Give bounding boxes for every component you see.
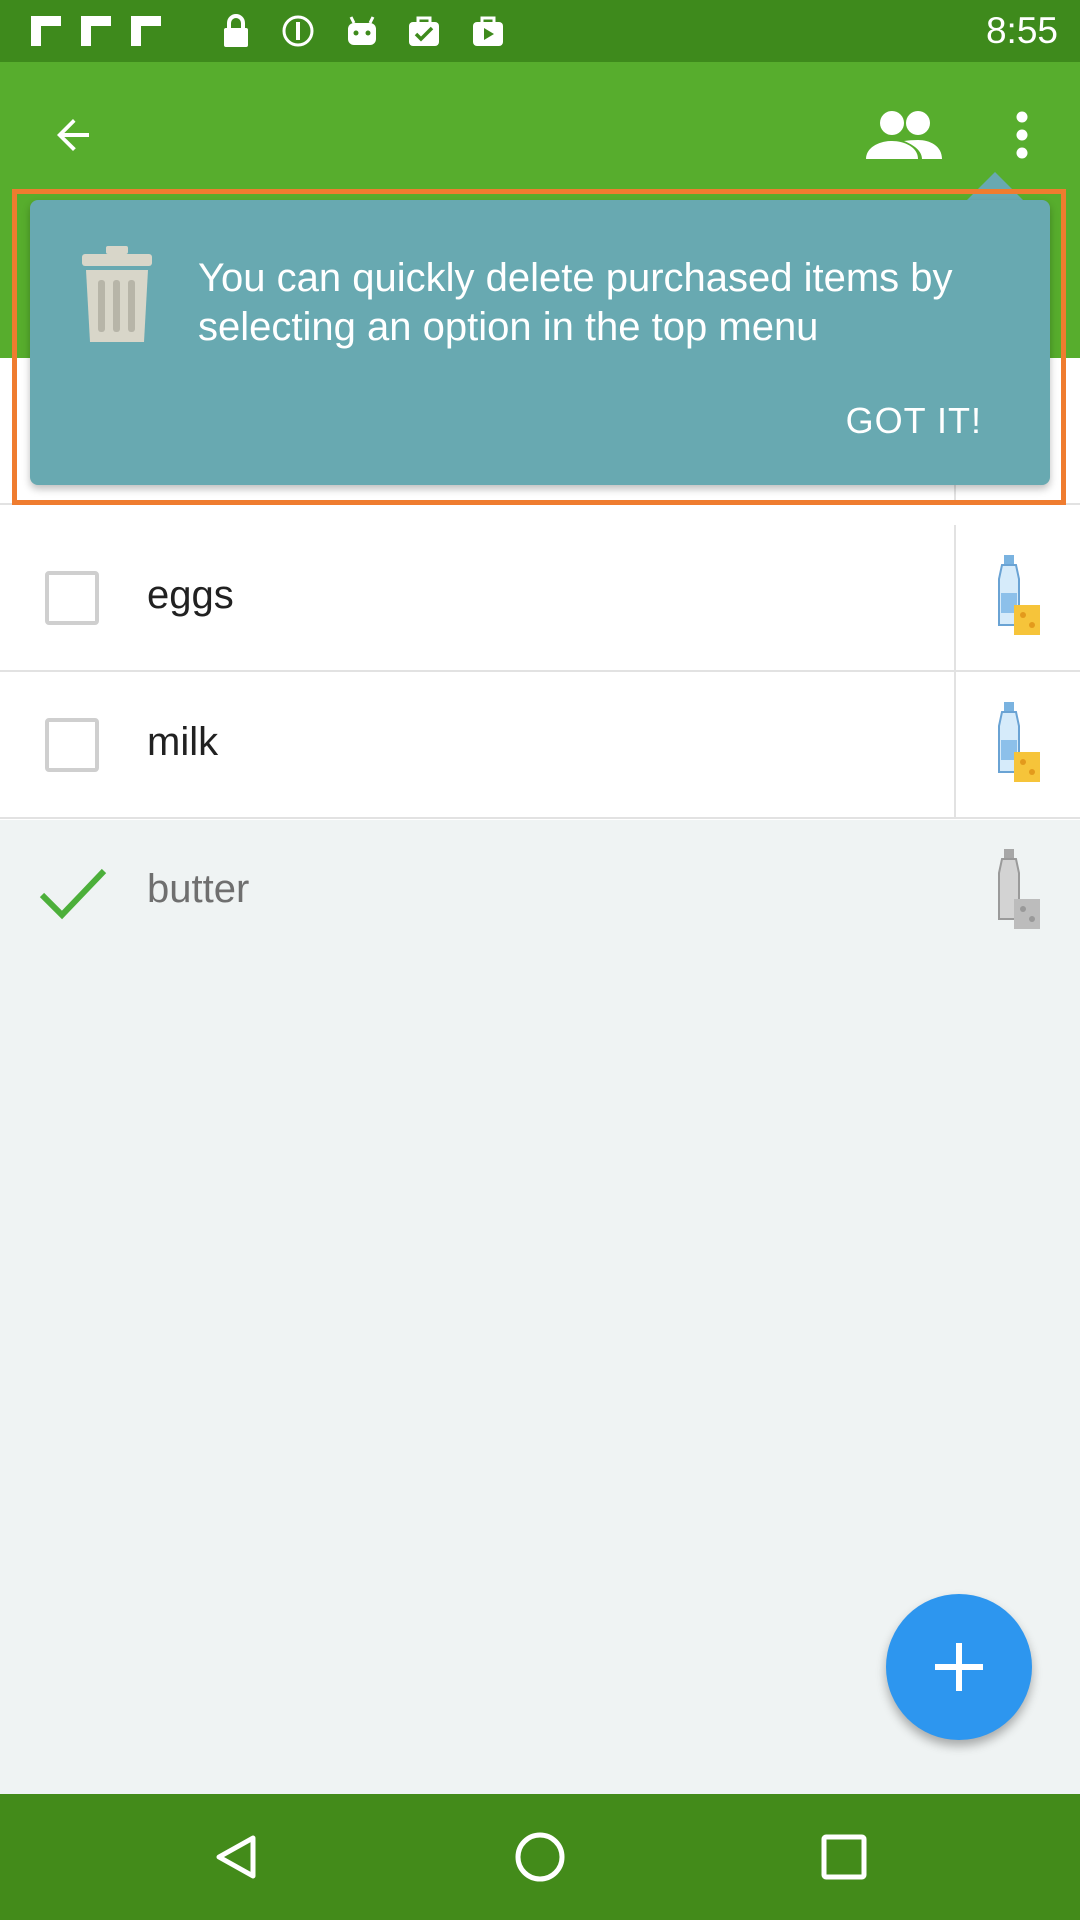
more-vert-icon [1016, 111, 1028, 159]
list-item[interactable]: eggs [0, 525, 1080, 672]
flipboard-icon [128, 13, 164, 49]
share-list-button[interactable] [864, 95, 944, 175]
back-button[interactable] [33, 95, 113, 175]
dairy-icon[interactable] [990, 553, 1044, 643]
app-bar [0, 62, 1080, 208]
list-item[interactable]: milk [0, 672, 1080, 819]
plus-icon [935, 1643, 983, 1691]
item-label: eggs [147, 573, 234, 617]
back-triangle-icon [216, 1835, 256, 1879]
play-bag-icon [470, 13, 506, 49]
checklist-bag-icon [406, 13, 442, 49]
status-time: 8:55 [985, 10, 1058, 51]
item-label: butter [147, 867, 250, 911]
flipboard-icon [28, 13, 64, 49]
recents-square-icon [821, 1834, 867, 1880]
people-icon [866, 111, 942, 159]
check-icon[interactable] [38, 863, 108, 923]
lock-icon [218, 13, 254, 49]
more-options-button[interactable] [982, 95, 1062, 175]
item-checkbox[interactable] [45, 571, 99, 625]
dairy-icon[interactable] [990, 700, 1044, 790]
arrow-back-icon [57, 119, 89, 151]
add-item-button[interactable] [886, 1594, 1032, 1740]
system-nav-bar [0, 1794, 1080, 1920]
flipboard-icon [78, 13, 114, 49]
row-divider [954, 525, 956, 672]
home-circle-icon [515, 1832, 565, 1882]
nav-back-button[interactable] [196, 1817, 276, 1897]
item-label: milk [147, 720, 219, 764]
tooltip-highlight-frame [12, 189, 1066, 505]
status-bar: 8:55 [0, 0, 1080, 62]
nav-home-button[interactable] [500, 1817, 580, 1897]
info-icon [280, 13, 316, 49]
nav-recents-button[interactable] [804, 1817, 884, 1897]
dairy-icon[interactable] [990, 847, 1044, 937]
item-checkbox[interactable] [45, 718, 99, 772]
android-icon [344, 13, 380, 49]
row-divider [954, 672, 956, 819]
list-item-purchased[interactable]: butter [0, 819, 1080, 966]
